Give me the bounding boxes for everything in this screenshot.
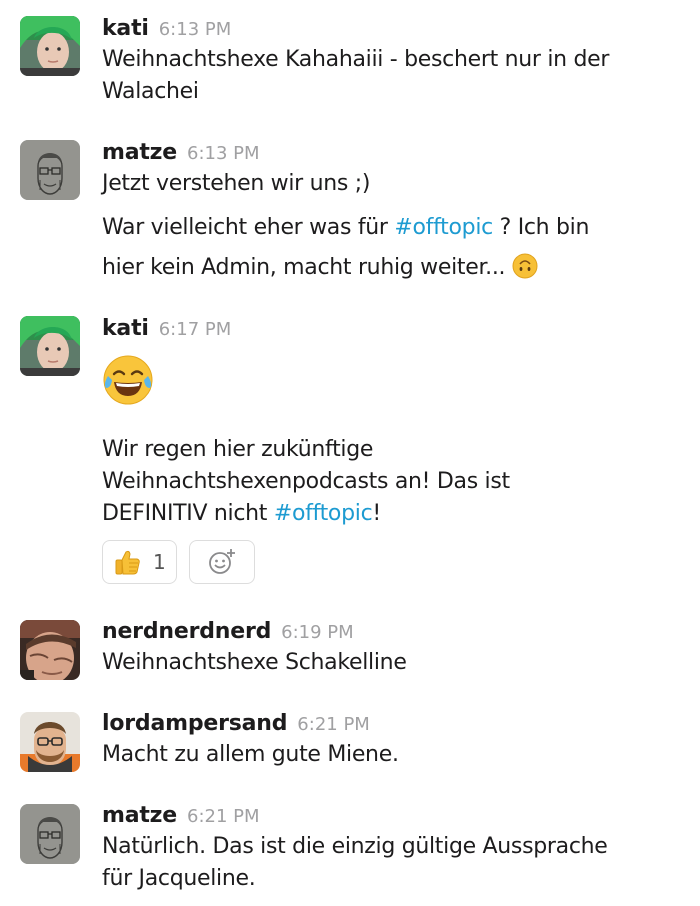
message-text: Weihnachtshexe Schakelline xyxy=(102,647,682,679)
avatar-kati[interactable] xyxy=(20,316,80,376)
author-name[interactable]: matze xyxy=(102,803,177,828)
message-line: Weihnachtshexenpodcasts an! Das ist xyxy=(102,469,510,494)
channel-link-offtopic[interactable]: #offtopic xyxy=(394,215,493,240)
channel-link-offtopic[interactable]: #offtopic xyxy=(274,501,373,526)
avatar-image xyxy=(20,804,80,864)
timestamp[interactable]: 6:13 PM xyxy=(159,19,232,40)
message-content: lordampersand 6:21 PM Macht zu allem gute… xyxy=(102,709,682,771)
add-reaction-button[interactable] xyxy=(188,540,255,584)
message-line: DEFINITIV nicht #offtopic! xyxy=(102,498,682,530)
message-line: War vielleicht eher was für #offtopic ? … xyxy=(102,212,682,244)
timestamp[interactable]: 6:19 PM xyxy=(281,622,354,643)
message-line: Walachei xyxy=(102,79,199,104)
message-line: Wir regen hier zukünftige xyxy=(102,437,374,462)
timestamp[interactable]: 6:17 PM xyxy=(159,319,232,340)
avatar-image xyxy=(20,16,80,76)
message-text: Weihnachtshexe Kahahaiii - beschert nur … xyxy=(102,44,682,108)
author-name[interactable]: kati xyxy=(102,16,149,41)
message-line: Natürlich. Das ist die einzig gültige Au… xyxy=(102,834,608,859)
text-segment: hier kein Admin, macht ruhig weiter... xyxy=(102,255,512,280)
avatar-matze[interactable] xyxy=(20,804,80,864)
message-line: hier kein Admin, macht ruhig weiter... xyxy=(102,252,682,284)
big-emoji-wrap xyxy=(102,354,682,406)
message-content: nerdnerdnerd 6:19 PM Weihnachtshexe Schak… xyxy=(102,617,682,679)
reaction-count: 1 xyxy=(153,550,166,574)
avatar-nerdnerdnerd[interactable] xyxy=(20,620,80,680)
timestamp[interactable]: 6:21 PM xyxy=(297,714,370,735)
author-name[interactable]: nerdnerdnerd xyxy=(102,619,271,644)
text-segment: War vielleicht eher was für xyxy=(102,215,395,240)
message-content: matze 6:13 PM Jetzt verstehen wir uns ;) … xyxy=(102,138,682,284)
message-line: Jetzt verstehen wir uns ;) xyxy=(102,171,371,196)
message-text: Wir regen hier zukünftige Weihnachtshexe… xyxy=(102,434,682,530)
avatar-image xyxy=(20,140,80,200)
message-line: für Jacqueline. xyxy=(102,866,256,891)
text-segment: ! xyxy=(372,501,381,526)
joy-icon xyxy=(103,355,153,405)
message-line: Weihnachtshexe Kahahaiii - beschert nur … xyxy=(102,47,610,72)
avatar-kati[interactable] xyxy=(20,16,80,76)
upside-down-face-icon xyxy=(512,253,538,279)
text-segment: DEFINITIV nicht xyxy=(102,501,274,526)
message-text: Macht zu allem gute Miene. xyxy=(102,739,682,771)
avatar-image xyxy=(20,316,80,376)
reactions-bar: 1 xyxy=(102,540,255,584)
thumbs-up-icon xyxy=(115,550,140,575)
author-name[interactable]: lordampersand xyxy=(102,711,287,736)
message-content: matze 6:21 PM Natürlich. Das ist die einz… xyxy=(102,801,682,895)
avatar-image xyxy=(20,712,80,772)
avatar-matze[interactable] xyxy=(20,140,80,200)
message-content: kati 6:13 PM Weihnachtshexe Kahahaiii - b… xyxy=(102,14,682,108)
reaction-thumbs-up[interactable]: 1 xyxy=(102,540,177,584)
avatar-image xyxy=(20,620,80,680)
avatar-lordampersand[interactable] xyxy=(20,712,80,772)
message-text: Jetzt verstehen wir uns ;) War vielleich… xyxy=(102,168,682,284)
timestamp[interactable]: 6:21 PM xyxy=(187,806,260,827)
add-reaction-icon xyxy=(208,549,235,574)
message-text: Natürlich. Das ist die einzig gültige Au… xyxy=(102,831,682,895)
message-line: Weihnachtshexe Schakelline xyxy=(102,650,407,675)
timestamp[interactable]: 6:13 PM xyxy=(187,143,260,164)
text-segment: ? Ich bin xyxy=(492,215,590,240)
author-name[interactable]: kati xyxy=(102,316,149,341)
author-name[interactable]: matze xyxy=(102,140,177,165)
message-content: kati 6:17 PM Wir regen hier zukünftige We… xyxy=(102,314,682,584)
message-line: Macht zu allem gute Miene. xyxy=(102,742,399,767)
